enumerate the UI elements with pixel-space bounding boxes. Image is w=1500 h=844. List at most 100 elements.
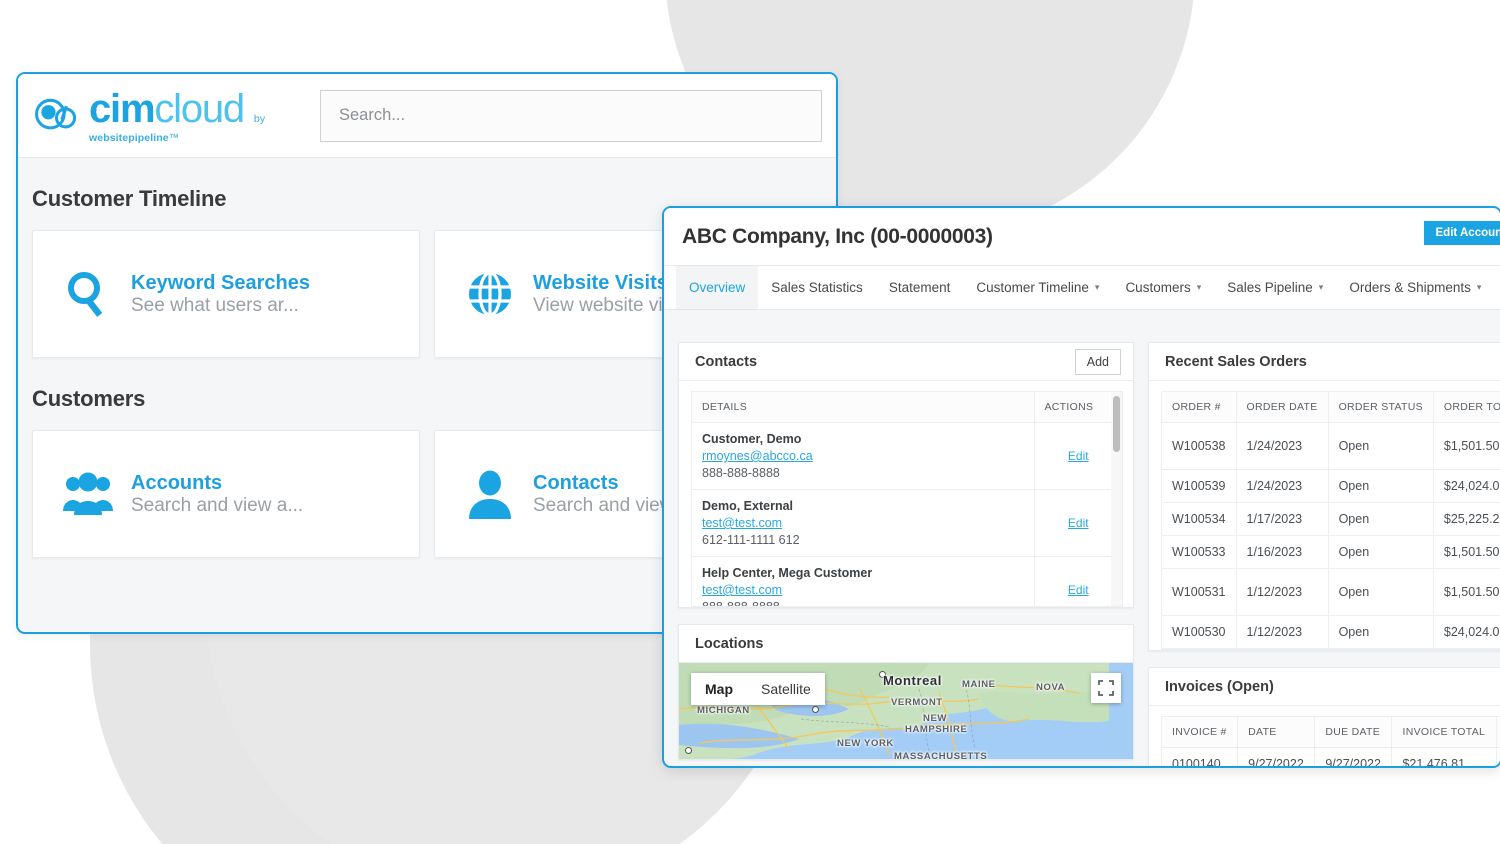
order-status: Open bbox=[1328, 615, 1434, 649]
map-type-map-button[interactable]: Map bbox=[691, 673, 747, 705]
contacts-panel-body: DETAILS ACTIONS Customer, Demo rmoynes@a… bbox=[679, 381, 1133, 607]
order-total: $1,501.50 bbox=[1433, 568, 1500, 616]
invoices-col-invoice-number: INVOICE # bbox=[1162, 717, 1239, 748]
edit-contact-link[interactable]: Edit bbox=[1068, 516, 1089, 530]
contacts-panel: Contacts Add DETAILS ACTIONS Customer, D… bbox=[678, 342, 1134, 608]
contact-phone: 888-888-8888 bbox=[702, 600, 780, 607]
table-row[interactable]: W100534 1/17/2023 Open $25,225.20 web 01 bbox=[1162, 502, 1500, 536]
contacts-table-scroll-area[interactable]: DETAILS ACTIONS Customer, Demo rmoynes@a… bbox=[691, 391, 1123, 607]
order-total: $1,501.50 bbox=[1433, 535, 1500, 569]
edit-contact-link[interactable]: Edit bbox=[1068, 449, 1089, 463]
dashboard-topbar: cimcloud by websitepipeline™ Search... bbox=[18, 74, 836, 158]
tab-customers[interactable]: Customers ▾ bbox=[1112, 266, 1214, 309]
page-title: ABC Company, Inc (00-0000003) bbox=[682, 224, 993, 248]
invoice-amount-due: 21476.81 bbox=[1496, 747, 1500, 766]
contact-email-link[interactable]: rmoynes@abcco.ca bbox=[702, 449, 1024, 463]
cimcloud-logo[interactable]: cimcloud by websitepipeline™ bbox=[34, 87, 294, 145]
chevron-down-icon: ▾ bbox=[1196, 282, 1202, 292]
orders-col-order-total: ORDER TOTAL bbox=[1433, 392, 1500, 423]
orders-col-order-number: ORDER # bbox=[1162, 392, 1237, 423]
orders-table-wrap[interactable]: ORDER # ORDER DATE ORDER STATUS ORDER TO… bbox=[1161, 391, 1500, 650]
tab-sales-pipeline[interactable]: Sales Pipeline ▾ bbox=[1214, 266, 1336, 309]
contacts-scrollbar-thumb[interactable] bbox=[1113, 396, 1120, 452]
table-row[interactable]: W100531 1/12/2023 Open $1,501.50 Web 001… bbox=[1162, 568, 1500, 616]
contact-email-link[interactable]: test@test.com bbox=[702, 583, 1024, 597]
contact-details-cell: Demo, External test@test.com 612-111-111… bbox=[692, 489, 1035, 557]
contact-name: Customer, Demo bbox=[702, 432, 802, 446]
tab-label: Customers bbox=[1125, 280, 1191, 295]
table-row[interactable]: Customer, Demo rmoynes@abcco.ca 888-888-… bbox=[692, 422, 1122, 490]
search-placeholder: Search... bbox=[339, 106, 406, 124]
contact-name: Help Center, Mega Customer bbox=[702, 566, 873, 580]
contacts-panel-header: Contacts Add bbox=[679, 343, 1133, 381]
contacts-scrollbar[interactable] bbox=[1111, 392, 1122, 606]
tab-label: Customer Timeline bbox=[976, 280, 1089, 295]
order-date: 1/24/2023 bbox=[1236, 422, 1329, 470]
invoices-col-due-date: DUE DATE bbox=[1314, 717, 1393, 748]
contact-actions-cell: Edit bbox=[1034, 489, 1122, 557]
logo-brand-light: cloud bbox=[154, 86, 245, 131]
table-row[interactable]: Help Center, Mega Customer test@test.com… bbox=[692, 556, 1122, 607]
order-date: 1/24/2023 bbox=[1236, 469, 1329, 503]
tab-statement[interactable]: Statement bbox=[876, 266, 964, 309]
add-contact-button[interactable]: Add bbox=[1074, 348, 1121, 375]
locations-panel-title: Locations bbox=[695, 635, 764, 652]
order-total: $24,024.00 bbox=[1433, 615, 1500, 649]
contact-email-link[interactable]: test@test.com bbox=[702, 516, 1024, 530]
map-marker[interactable] bbox=[812, 706, 819, 713]
edit-contact-link[interactable]: Edit bbox=[1068, 583, 1089, 597]
tab-sales-statistics[interactable]: Sales Statistics bbox=[758, 266, 876, 309]
order-status: Open bbox=[1328, 568, 1434, 616]
edit-account-button[interactable]: Edit Account bbox=[1423, 221, 1500, 245]
screenshot-stage: cimcloud by websitepipeline™ Search... C… bbox=[0, 0, 1500, 844]
card-title: Website Visits bbox=[533, 271, 668, 294]
invoices-header-row: INVOICE # DATE DUE DATE INVOICE TOTAL AM… bbox=[1162, 717, 1500, 748]
overview-grid: Contacts Add DETAILS ACTIONS Customer, D… bbox=[664, 342, 1500, 766]
map-type-satellite-button[interactable]: Satellite bbox=[747, 673, 825, 705]
tab-orders-shipments[interactable]: Orders & Shipments ▾ bbox=[1336, 266, 1494, 309]
tab-label: Sales Pipeline bbox=[1227, 280, 1313, 295]
dashboard-card-accounts[interactable]: Accounts Search and view a... bbox=[32, 430, 420, 558]
fullscreen-icon[interactable] bbox=[1091, 673, 1121, 703]
table-row[interactable]: W100539 1/24/2023 Open $24,024.00 web01 bbox=[1162, 469, 1500, 503]
recent-sales-orders-panel: Recent Sales Orders ORDER # ORDER DATE O… bbox=[1148, 342, 1500, 651]
contacts-panel-title: Contacts bbox=[695, 353, 758, 370]
tab-label: Overview bbox=[689, 280, 746, 295]
invoices-open-panel: Invoices (Open) INVOICE # DATE DUE DATE bbox=[1148, 667, 1500, 766]
map-label-montreal: Montreal bbox=[883, 673, 942, 688]
account-window: ABC Company, Inc (00-0000003) Edit Accou… bbox=[662, 206, 1500, 768]
magnifier-icon bbox=[55, 266, 121, 322]
map-label-nova-scotia: NOVA bbox=[1036, 682, 1066, 693]
map-label-massachusetts: MASSACHUSETTS bbox=[894, 751, 988, 759]
person-icon bbox=[457, 469, 523, 519]
map-marker[interactable] bbox=[685, 747, 692, 754]
card-subtitle: See what users ar... bbox=[131, 294, 299, 316]
tab-customer-timeline[interactable]: Customer Timeline ▾ bbox=[963, 266, 1112, 309]
contacts-col-details: DETAILS bbox=[692, 392, 1035, 423]
tab-label: Orders & Shipments bbox=[1349, 280, 1471, 295]
invoices-table-wrap[interactable]: INVOICE # DATE DUE DATE INVOICE TOTAL AM… bbox=[1161, 716, 1500, 766]
order-date: 1/16/2023 bbox=[1236, 535, 1329, 569]
table-row[interactable]: 0100140 9/27/2022 9/27/2022 $21,476.81 2… bbox=[1162, 747, 1500, 766]
order-status: Open bbox=[1328, 535, 1434, 569]
order-total: $1,501.50 bbox=[1433, 422, 1500, 470]
search-input[interactable]: Search... bbox=[320, 89, 822, 142]
dashboard-card-keyword-searches[interactable]: Keyword Searches See what users ar... bbox=[32, 230, 420, 358]
tab-overview[interactable]: Overview bbox=[676, 266, 759, 309]
order-number: W100533 bbox=[1162, 535, 1237, 569]
table-row[interactable]: Demo, External test@test.com 612-111-111… bbox=[692, 489, 1122, 557]
order-date: 1/17/2023 bbox=[1236, 502, 1329, 536]
map-label-vermont: VERMONT bbox=[891, 697, 943, 708]
table-row[interactable]: W100533 1/16/2023 Open $1,501.50 WEB_0 bbox=[1162, 535, 1500, 569]
table-row[interactable]: W100530 1/12/2023 Open $24,024.00 Web 1 bbox=[1162, 615, 1500, 649]
card-subtitle: Search and view a... bbox=[131, 494, 304, 516]
invoices-panel-title: Invoices (Open) bbox=[1165, 678, 1274, 695]
table-row[interactable]: W100538 1/24/2023 Open $1,501.50 web 001… bbox=[1162, 422, 1500, 470]
invoice-total: $21,476.81 bbox=[1391, 747, 1497, 766]
locations-map[interactable]: Montreal Toronto MAINE VERMONT NOVA MICH… bbox=[679, 663, 1133, 759]
tab-label: Sales Statistics bbox=[771, 280, 863, 295]
contact-actions-cell: Edit bbox=[1034, 422, 1122, 490]
map-type-control[interactable]: Map Satellite bbox=[691, 673, 825, 705]
contacts-table-header-row: DETAILS ACTIONS bbox=[692, 392, 1122, 423]
orders-panel-title: Recent Sales Orders bbox=[1165, 353, 1307, 370]
